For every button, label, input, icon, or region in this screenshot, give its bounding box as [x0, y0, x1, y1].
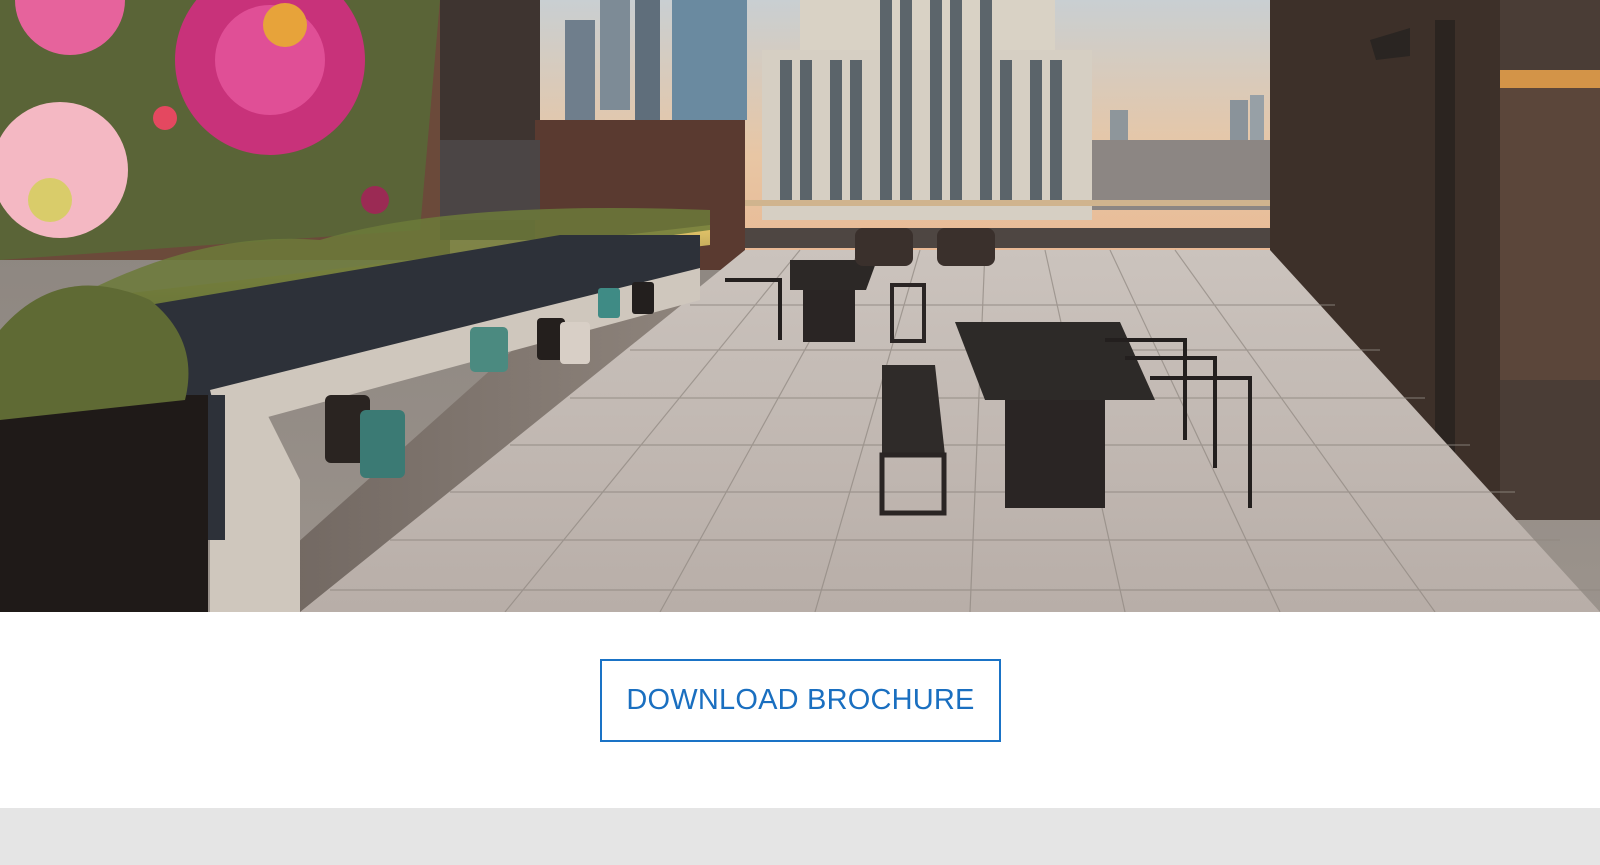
cta-section: DOWNLOAD BROCHURE — [0, 612, 1600, 808]
download-brochure-button[interactable]: DOWNLOAD BROCHURE — [600, 659, 1001, 742]
hero-image — [0, 0, 1600, 612]
page: DOWNLOAD BROCHURE — [0, 0, 1600, 865]
rooftop-terrace-illustration — [0, 0, 1600, 612]
footer-band — [0, 808, 1600, 865]
